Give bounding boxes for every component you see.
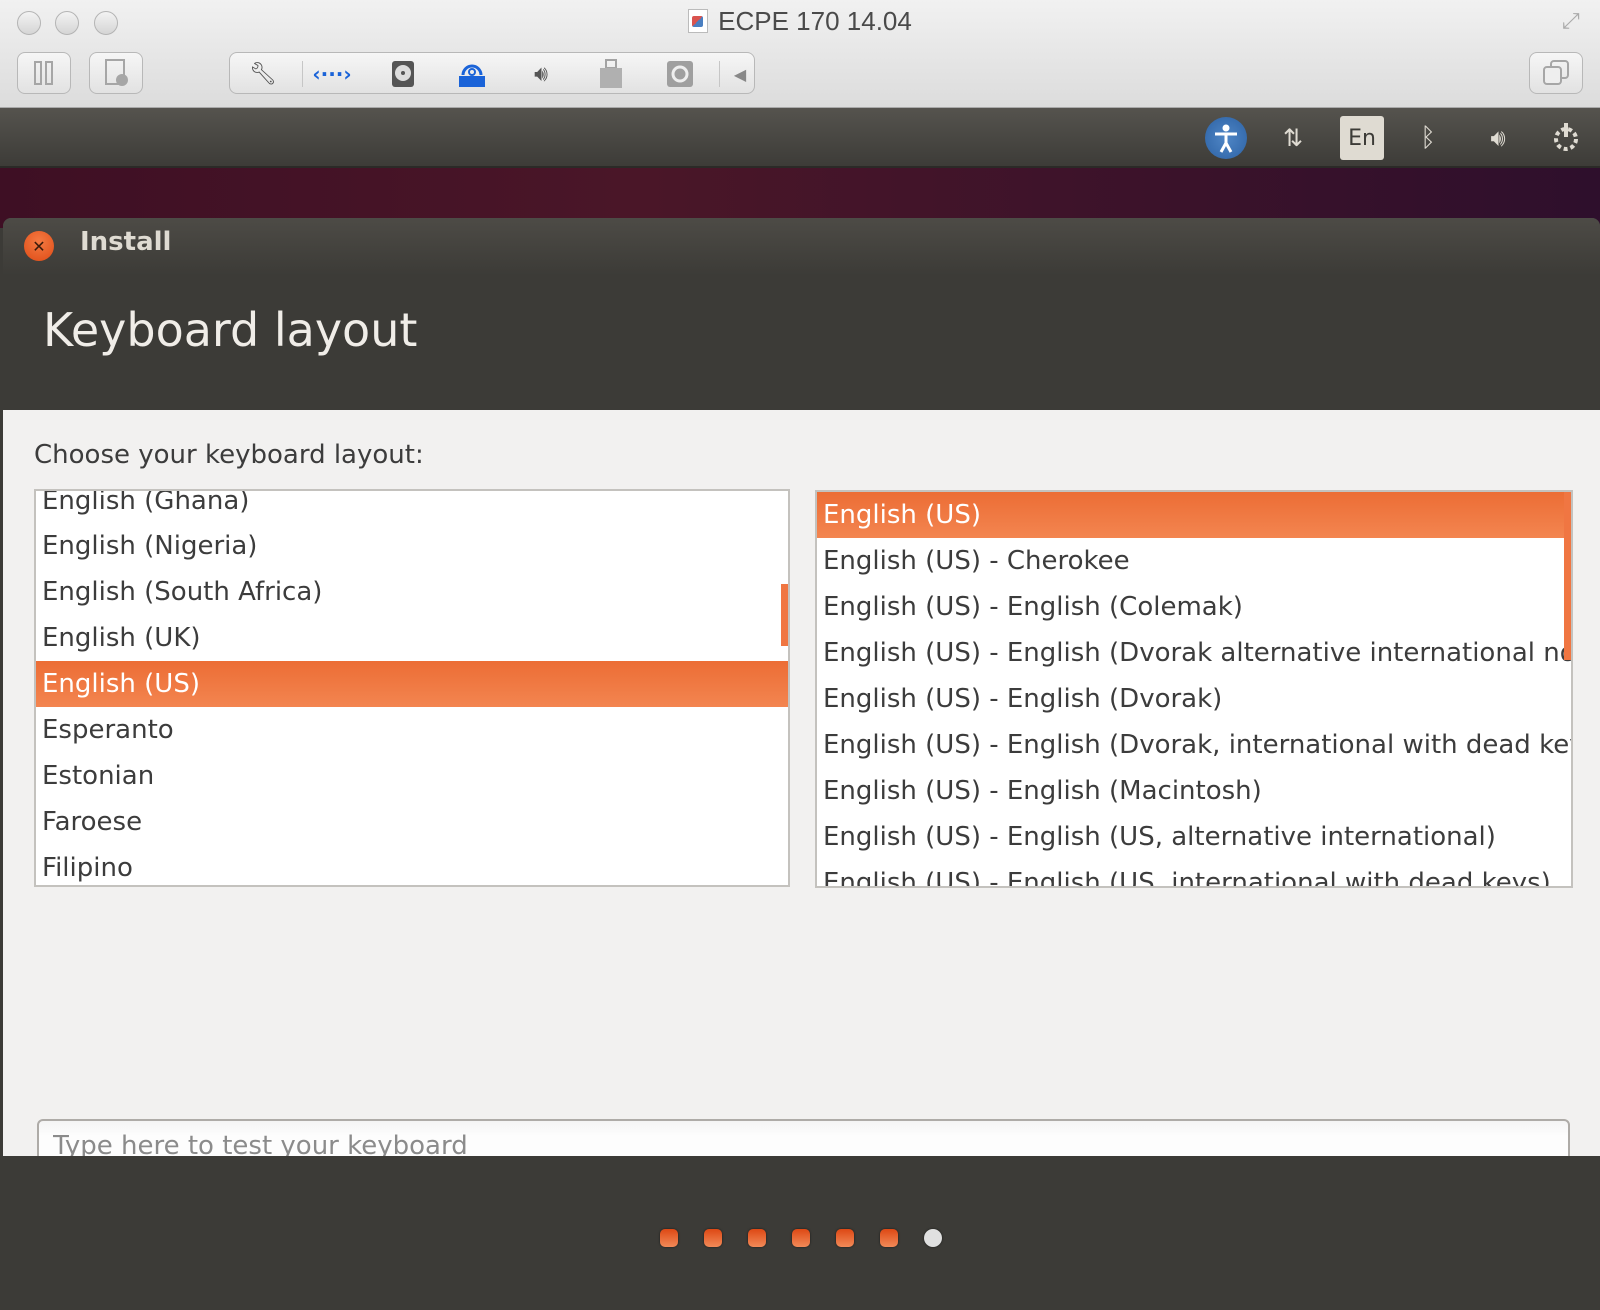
snapshot-clock-icon	[105, 59, 128, 86]
variant-list-scrollbar[interactable]	[1564, 492, 1571, 660]
windows-overlap-icon	[1543, 60, 1569, 85]
choose-layout-label: Choose your keyboard layout:	[34, 440, 424, 470]
layout-list-item-selected[interactable]: English (US)	[36, 661, 788, 707]
layout-list-item[interactable]: English (UK)	[36, 615, 788, 661]
toolbar-separator	[719, 61, 720, 87]
network-updown-icon[interactable]: ⇅	[1273, 118, 1313, 158]
dialog-close-button[interactable]: ✕	[24, 231, 54, 261]
variant-list-item-selected[interactable]: English (US)	[817, 492, 1571, 538]
progress-dot-done	[748, 1229, 766, 1247]
fullscreen-expand-icon[interactable]: ⤢	[1562, 9, 1580, 34]
dialog-header: ✕ Install Keyboard layout	[3, 218, 1600, 410]
usb-icon[interactable]	[595, 59, 627, 89]
vm-device-toolbar: 🔧︎ ‹···› 🔊︎ ◀	[229, 52, 755, 94]
snapshot-button[interactable]	[89, 52, 143, 94]
ubuntu-top-panel: ⇅ En ᛒ 🔊︎	[0, 108, 1600, 168]
layout-list-item[interactable]: Filipino	[36, 845, 788, 885]
dialog-content: Choose your keyboard layout: English (Gh…	[3, 410, 1600, 1310]
layout-list-item[interactable]: Faroese	[36, 799, 788, 845]
progress-dot-done	[880, 1229, 898, 1247]
bluetooth-icon[interactable]: ᛒ	[1413, 118, 1443, 158]
hard-disk-icon[interactable]	[387, 59, 419, 89]
layout-list-item[interactable]: Esperanto	[36, 707, 788, 753]
vm-window-title: ECPE 170 14.04	[0, 6, 1600, 37]
accessibility-icon[interactable]	[1205, 117, 1247, 159]
dialog-title: Install	[80, 227, 172, 257]
cd-dvd-icon[interactable]	[456, 59, 488, 89]
layout-list-item[interactable]: English (Ghana)	[36, 491, 788, 524]
variant-list-item[interactable]: English (US) - English (Colemak)	[817, 584, 1571, 630]
layout-list[interactable]: English (Ghana) English (Nigeria) Englis…	[34, 489, 790, 887]
variant-list-item[interactable]: English (US) - English (US, alternative …	[817, 814, 1571, 860]
vm-title-text: ECPE 170 14.04	[718, 6, 912, 36]
dialog-footer	[3, 1156, 1600, 1310]
variant-list[interactable]: English (US) English (US) - Cherokee Eng…	[815, 490, 1573, 888]
pause-button[interactable]	[17, 52, 71, 94]
variant-list-item[interactable]: English (US) - English (Dvorak, internat…	[817, 722, 1571, 768]
sound-icon[interactable]: 🔊︎	[525, 59, 557, 89]
variant-list-item[interactable]: English (US) - English (Macintosh)	[817, 768, 1571, 814]
session-power-icon[interactable]	[1546, 118, 1586, 158]
layout-list-scrollbar[interactable]	[781, 584, 788, 646]
collapse-arrow-icon[interactable]: ◀	[724, 59, 756, 89]
vm-document-icon	[688, 9, 709, 33]
layout-list-item[interactable]: English (South Africa)	[36, 569, 788, 615]
layout-list-item[interactable]: Estonian	[36, 753, 788, 799]
install-dialog: ✕ Install Keyboard layout Choose your ke…	[3, 218, 1600, 1310]
keyboard-language-indicator[interactable]: En	[1340, 116, 1384, 160]
progress-dot-current	[924, 1229, 942, 1247]
settings-wrench-icon[interactable]: 🔧︎	[247, 59, 279, 89]
vm-window-titlebar: ECPE 170 14.04 ⤢ 🔧︎ ‹···› 🔊︎ ◀	[0, 0, 1600, 108]
progress-dot-done	[704, 1229, 722, 1247]
variant-list-item[interactable]: English (US) - English (Dvorak)	[817, 676, 1571, 722]
variant-list-item[interactable]: English (US) - English (US, internationa…	[817, 860, 1571, 886]
progress-dot-done	[660, 1229, 678, 1247]
volume-icon[interactable]: 🔊︎	[1475, 118, 1521, 158]
shared-folders-icon[interactable]	[664, 59, 696, 89]
variant-list-item[interactable]: English (US) - English (Dvorak alternati…	[817, 630, 1571, 676]
page-title: Keyboard layout	[43, 303, 418, 357]
keyboard-language-label: En	[1348, 125, 1376, 151]
progress-dot-done	[836, 1229, 854, 1247]
progress-dot-done	[792, 1229, 810, 1247]
network-icon[interactable]: ‹···›	[312, 59, 351, 89]
variant-list-item[interactable]: English (US) - Cherokee	[817, 538, 1571, 584]
pause-icon	[34, 61, 53, 85]
layout-list-item[interactable]: English (Nigeria)	[36, 523, 788, 569]
unity-mode-button[interactable]	[1529, 52, 1583, 94]
close-icon: ✕	[32, 236, 46, 256]
toolbar-separator	[302, 61, 303, 87]
